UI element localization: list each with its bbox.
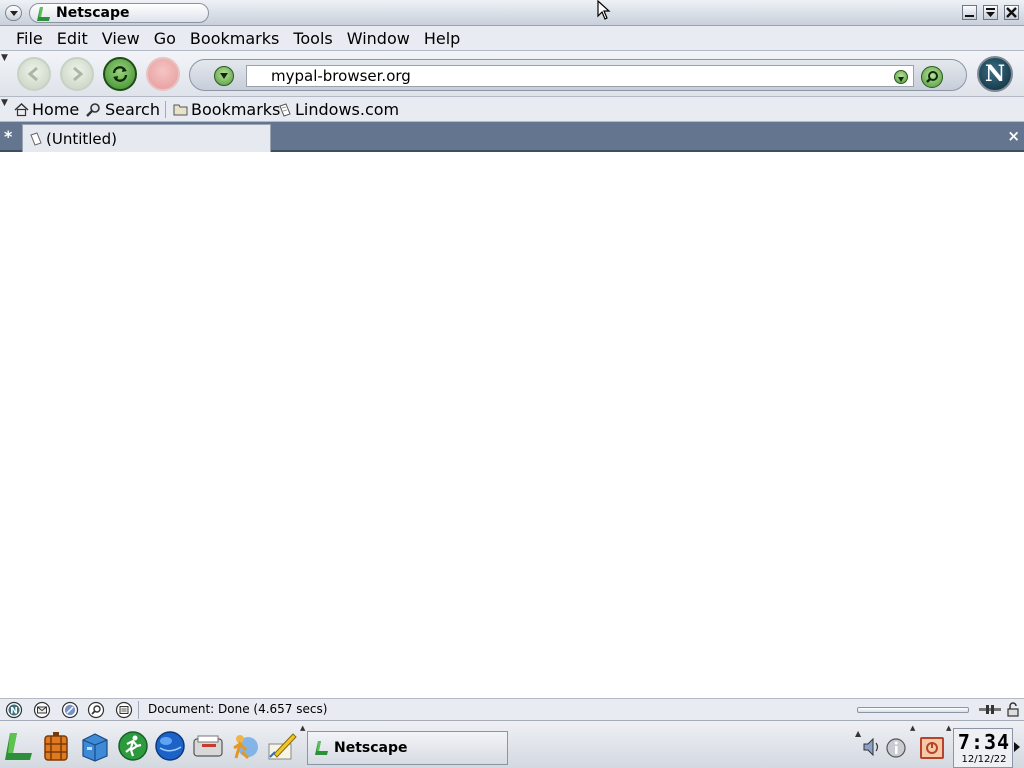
lindows-start-icon[interactable] [3, 730, 35, 762]
menu-view[interactable]: View [95, 29, 147, 48]
tab-untitled[interactable]: (Untitled) [22, 124, 271, 152]
progress-meter [857, 707, 969, 713]
firewall-icon[interactable] [40, 730, 72, 762]
window-menu-button[interactable] [5, 5, 22, 21]
close-window-button[interactable] [1004, 5, 1019, 20]
mouse-cursor-icon [597, 0, 611, 20]
status-divider [138, 701, 139, 719]
people-icon[interactable] [228, 730, 260, 762]
home-icon [14, 102, 29, 117]
clock-time: 7:34 [957, 730, 1011, 754]
power-symbol-icon [926, 742, 938, 754]
toolbar-divider [165, 101, 166, 118]
power-icon[interactable] [920, 737, 944, 759]
minimize-icon [965, 15, 974, 17]
window-titlebar[interactable]: Netscape [0, 0, 1024, 26]
web-browser-globe-icon[interactable] [154, 730, 186, 762]
taskbar-netscape-label: Netscape [334, 740, 408, 756]
page-icon [30, 131, 42, 146]
clock-date: 12/12/22 [961, 754, 1007, 765]
bookmarks-label: Bookmarks [191, 100, 281, 119]
page-content-area[interactable] [0, 152, 1024, 698]
status-message: Document: Done (4.657 secs) [148, 702, 328, 716]
lindows-label: Lindows.com [295, 100, 400, 119]
online-status-icon[interactable] [978, 702, 1002, 718]
personal-toolbar: ▼ Home Search Bookmarks Lindows.com [0, 97, 1024, 122]
magnifier-icon [86, 103, 100, 117]
security-lock-icon[interactable] [1005, 702, 1021, 718]
file-manager-icon[interactable] [79, 730, 111, 762]
bookmark-page-icon [279, 102, 291, 117]
tray-arrow[interactable]: ▲ [910, 724, 915, 732]
maximize-button[interactable] [983, 5, 998, 20]
toolbar-grip[interactable]: ▼ [1, 98, 10, 108]
back-button[interactable] [17, 57, 51, 91]
lindows-app-icon [37, 7, 50, 21]
taskbar-netscape-button[interactable]: Netscape [307, 731, 508, 765]
location-menu-button[interactable] [214, 66, 234, 86]
clock-arrow[interactable]: ▲ [946, 724, 951, 732]
menubar: File Edit View Go Bookmarks Tools Window… [0, 26, 1024, 51]
chevron-down-icon [220, 73, 228, 79]
home-label: Home [32, 100, 80, 119]
bookmark-lindows[interactable]: Lindows.com [278, 100, 399, 119]
status-bar: N Document: Done (4.657 secs) [0, 698, 1024, 720]
lindows-app-icon [315, 741, 328, 755]
runner-app-icon[interactable] [117, 730, 149, 762]
url-input[interactable] [246, 65, 914, 87]
volume-icon[interactable] [862, 737, 882, 757]
minimize-button[interactable] [962, 5, 977, 20]
forward-button[interactable] [60, 57, 94, 91]
menu-tools[interactable]: Tools [286, 29, 339, 48]
info-icon[interactable] [885, 737, 907, 759]
address-book-icon[interactable] [87, 701, 105, 719]
taskbar-expand-arrow[interactable] [1014, 742, 1020, 752]
search-button[interactable]: Search [85, 100, 160, 119]
navigation-toolbar: ▼ N [0, 51, 1024, 97]
window-title: Netscape [56, 5, 130, 21]
netscape-throbber-logo[interactable]: N [977, 56, 1013, 92]
menu-help[interactable]: Help [417, 29, 467, 48]
new-tab-button[interactable]: * [4, 127, 12, 146]
menu-go[interactable]: Go [147, 29, 183, 48]
chevron-down-icon [898, 77, 904, 82]
back-arrow-icon [27, 66, 38, 82]
window-title-pill[interactable]: Netscape [29, 3, 209, 23]
search-icon [926, 71, 938, 83]
menu-bookmarks[interactable]: Bookmarks [183, 29, 286, 48]
menu-edit[interactable]: Edit [50, 29, 95, 48]
navigator-icon[interactable]: N [5, 701, 23, 719]
forward-arrow-icon [73, 66, 84, 82]
search-label: Search [105, 100, 160, 119]
menu-window[interactable]: Window [340, 29, 417, 48]
launcher-collapse-arrow[interactable]: ▲ [300, 724, 305, 732]
tab-label: (Untitled) [46, 129, 118, 148]
editor-pen-icon[interactable] [266, 730, 298, 762]
stop-button[interactable] [146, 57, 180, 91]
tab-bar: * (Untitled) × [0, 122, 1024, 152]
url-history-button[interactable] [894, 70, 908, 84]
tray-collapse-arrow[interactable]: ▲ [855, 729, 861, 765]
toolbar-grip[interactable]: ▼ [1, 53, 10, 63]
bookmarks-folder-button[interactable]: Bookmarks [173, 100, 280, 119]
reload-icon [112, 66, 128, 82]
desktop-taskbar: ▲ Netscape ▲ ▲ ▲ 7:34 12/12/22 [0, 720, 1024, 768]
folder-icon [173, 104, 188, 116]
close-icon [1006, 7, 1017, 18]
home-button[interactable]: Home [14, 100, 79, 119]
mail-icon[interactable] [33, 701, 51, 719]
search-go-button[interactable] [921, 66, 943, 88]
composer-icon[interactable] [61, 701, 79, 719]
reload-button[interactable] [103, 57, 137, 91]
mail-client-icon[interactable] [192, 730, 224, 762]
svg-text:N: N [10, 707, 18, 717]
close-tab-button[interactable]: × [1007, 127, 1020, 145]
chat-icon[interactable] [115, 701, 133, 719]
menu-file[interactable]: File [9, 29, 50, 48]
location-bar [189, 59, 967, 91]
maximize-icon [986, 8, 995, 17]
clock[interactable]: 7:34 12/12/22 [953, 728, 1013, 768]
